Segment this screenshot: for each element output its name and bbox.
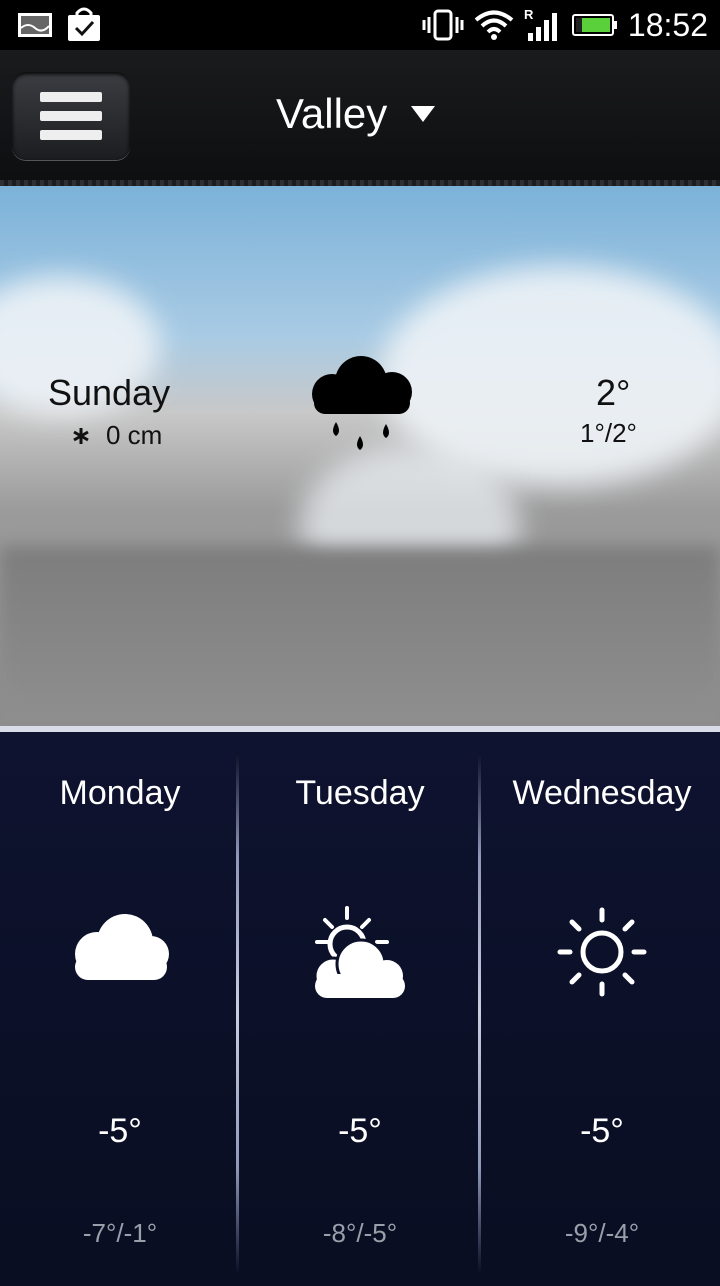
forecast-day-wednesday[interactable]: Wednesday -5° -9°/-4° (482, 732, 720, 1286)
hamburger-menu-icon (38, 90, 104, 142)
snow-value: 0 cm (106, 420, 163, 450)
cloud-icon (0, 902, 240, 992)
today-day: Sunday (48, 372, 171, 413)
svg-text:R: R (524, 7, 534, 22)
forecast-panel: Monday -5° -7°/-1° Tuesday -5° -8°/-5° W… (0, 726, 720, 1286)
today-range: 1°/2° (580, 418, 637, 448)
store-bag-icon (66, 7, 102, 43)
forecast-range: -7°/-1° (82, 1218, 158, 1248)
forecast-temperature: -5° (338, 1112, 382, 1150)
vibrate-icon (422, 9, 464, 41)
forecast-day-name: Wednesday (512, 774, 692, 812)
status-bar: R 18:52 (0, 0, 720, 50)
location-title: Valley (276, 90, 388, 137)
snowflake-icon (72, 427, 90, 445)
column-divider (478, 752, 481, 1272)
forecast-day-name: Monday (59, 774, 181, 812)
snow-amount: 0 cm (72, 420, 162, 451)
forecast-temperature: -5° (580, 1112, 624, 1150)
today-panel[interactable]: Sunday 0 cm 2° 1°/2° (0, 186, 720, 726)
partly-cloudy-icon (240, 902, 480, 1012)
background-building (0, 546, 720, 726)
forecast-temperature: -5° (98, 1112, 142, 1150)
column-divider (236, 752, 239, 1272)
gallery-icon (16, 10, 54, 40)
clock: 18:52 (627, 6, 708, 43)
menu-button[interactable] (12, 72, 130, 160)
battery-icon (571, 11, 618, 39)
forecast-range: -9°/-4° (564, 1218, 640, 1248)
today-temperature: 2° (596, 372, 631, 413)
sun-icon (482, 902, 720, 1002)
app-bar: Valley (0, 50, 720, 190)
forecast-day-name: Tuesday (295, 774, 425, 812)
signal-roaming-icon: R (524, 7, 562, 43)
location-selector[interactable]: Valley (276, 90, 437, 138)
rain-cloud-icon (306, 354, 416, 468)
forecast-day-tuesday[interactable]: Tuesday -5° -8°/-5° (240, 732, 480, 1286)
wifi-icon (474, 9, 514, 41)
triangle-down-icon (409, 104, 437, 124)
forecast-range: -8°/-5° (322, 1218, 398, 1248)
forecast-day-monday[interactable]: Monday -5° -7°/-1° (0, 732, 240, 1286)
